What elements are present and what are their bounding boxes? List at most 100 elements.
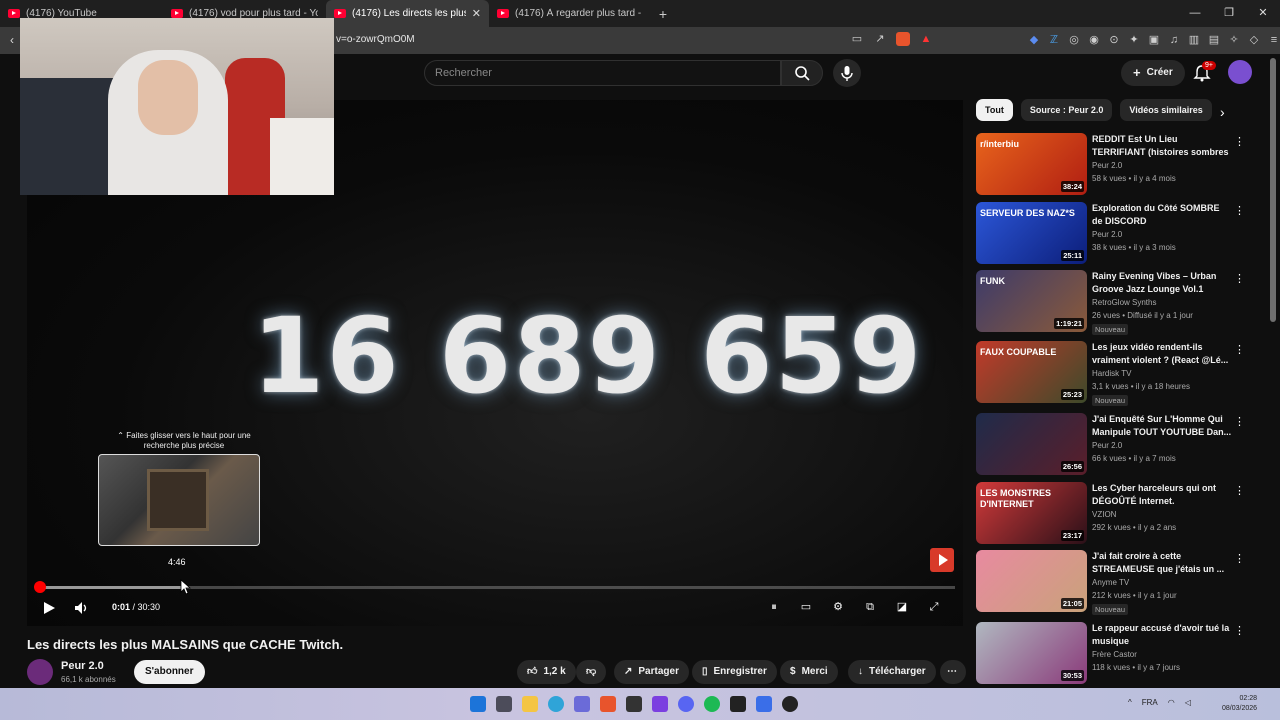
- spotify-icon[interactable]: [704, 696, 720, 712]
- more-vertical-icon[interactable]: ⋮: [1234, 624, 1245, 637]
- store-icon[interactable]: [574, 696, 590, 712]
- related-video-title[interactable]: Rainy Evening Vibes – Urban Groove Jazz …: [1092, 270, 1232, 296]
- thanks-button[interactable]: $ Merci: [780, 660, 838, 684]
- related-video-item[interactable]: FUNK 1:19:21 Rainy Evening Vibes – Urban G…: [976, 270, 1266, 335]
- chevron-right-icon[interactable]: ›: [1220, 104, 1225, 120]
- subtitles-icon[interactable]: ▭: [797, 599, 815, 615]
- obs-icon[interactable]: [782, 696, 798, 712]
- chip-related[interactable]: Vidéos similaires: [1120, 99, 1212, 121]
- volume-icon[interactable]: [73, 600, 91, 616]
- related-video-item[interactable]: 30:53 Le rappeur accusé d'avoir tué la mu…: [976, 622, 1266, 686]
- channel-watermark-icon[interactable]: [930, 548, 954, 572]
- new-tab-button[interactable]: +: [652, 6, 674, 22]
- brave-icon[interactable]: [600, 696, 616, 712]
- fullscreen-icon[interactable]: ⤢: [925, 599, 943, 615]
- related-video-channel[interactable]: VZION: [1092, 510, 1116, 519]
- search-button[interactable]: [781, 60, 823, 86]
- related-video-channel[interactable]: Hardisk TV: [1092, 369, 1131, 378]
- start-icon[interactable]: [470, 696, 486, 712]
- cast-icon[interactable]: ▭: [850, 32, 864, 46]
- language-indicator[interactable]: FRA: [1142, 698, 1158, 707]
- dislike-button[interactable]: 👎︎: [576, 660, 606, 684]
- discord-icon[interactable]: [678, 696, 694, 712]
- related-video-title[interactable]: Les Cyber harceleurs qui ont DÉGOÛTÉ Int…: [1092, 482, 1232, 508]
- browser-tab[interactable]: (4176) À regarder plus tard - YouTube: [489, 0, 652, 27]
- edge-icon[interactable]: [548, 696, 564, 712]
- related-video-channel[interactable]: Peur 2.0: [1092, 161, 1122, 170]
- miniplayer-icon[interactable]: ⧉: [861, 599, 879, 615]
- app-icon[interactable]: [730, 696, 746, 712]
- close-tab-icon[interactable]: ✕: [472, 7, 481, 20]
- music-icon[interactable]: ♫: [1167, 33, 1181, 47]
- brave-shield-icon[interactable]: [896, 32, 910, 46]
- related-video-channel[interactable]: Peur 2.0: [1092, 230, 1122, 239]
- menu-icon[interactable]: ≡: [1267, 33, 1280, 47]
- chip-source[interactable]: Source : Peur 2.0: [1020, 99, 1113, 121]
- video-thumbnail[interactable]: FUNK 1:19:21: [976, 270, 1087, 332]
- page-scrollbar[interactable]: [1270, 58, 1276, 322]
- more-vertical-icon[interactable]: ⋮: [1234, 343, 1245, 356]
- search-input[interactable]: Rechercher: [424, 60, 781, 86]
- related-video-title[interactable]: Exploration du Côté SOMBRE de DISCORD: [1092, 202, 1232, 228]
- browser-tab-active[interactable]: (4176) Les directs les plus MALSAINS ✕: [326, 0, 489, 27]
- extension-icon[interactable]: ▣: [1147, 33, 1161, 47]
- more-actions-button[interactable]: ⋯: [940, 660, 966, 684]
- video-thumbnail[interactable]: 21:05: [976, 550, 1087, 612]
- video-thumbnail[interactable]: r/interbiu 38:24: [976, 133, 1087, 195]
- video-thumbnail[interactable]: 26:56: [976, 413, 1087, 475]
- related-video-title[interactable]: Les jeux vidéo rendent-ils vraiment viol…: [1092, 341, 1232, 367]
- voice-search-button[interactable]: [833, 59, 861, 87]
- subscribe-button[interactable]: S'abonner: [134, 660, 205, 684]
- save-button[interactable]: ▯ Enregistrer: [692, 660, 777, 684]
- more-vertical-icon[interactable]: ⋮: [1234, 135, 1245, 148]
- related-video-channel[interactable]: Frère Castor: [1092, 650, 1137, 659]
- back-arrow-icon[interactable]: ‹: [10, 33, 14, 47]
- vpn-icon[interactable]: ◇: [1247, 33, 1261, 47]
- settings-gear-icon[interactable]: ⚙: [829, 599, 847, 615]
- minimize-icon[interactable]: —: [1178, 0, 1212, 27]
- related-video-channel[interactable]: Anyme TV: [1092, 578, 1129, 587]
- related-video-item[interactable]: FAUX COUPABLE 25:23 Les jeux vidéo rendent…: [976, 341, 1266, 406]
- video-thumbnail[interactable]: SERVEUR DES NAZ*S 25:11: [976, 202, 1087, 264]
- related-video-item[interactable]: SERVEUR DES NAZ*S 25:11 Exploration du Côt…: [976, 202, 1266, 266]
- sidebar-icon[interactable]: ▥: [1187, 33, 1201, 47]
- file-explorer-icon[interactable]: [522, 696, 538, 712]
- more-vertical-icon[interactable]: ⋮: [1234, 484, 1245, 497]
- create-button[interactable]: + Créer: [1121, 60, 1185, 86]
- more-vertical-icon[interactable]: ⋮: [1234, 552, 1245, 565]
- extension-icon[interactable]: ◎: [1067, 33, 1081, 47]
- video-thumbnail[interactable]: FAUX COUPABLE 25:23: [976, 341, 1087, 403]
- extension-icon[interactable]: ⊙: [1107, 33, 1121, 47]
- extension-icon[interactable]: ◉: [1087, 33, 1101, 47]
- related-video-channel[interactable]: RetroGlow Synths: [1092, 298, 1156, 307]
- app-icon[interactable]: [652, 696, 668, 712]
- network-icon[interactable]: ◠: [1168, 698, 1175, 707]
- brave-rewards-icon[interactable]: ▲: [919, 32, 933, 46]
- related-video-item[interactable]: 26:56 J'ai Enquêté Sur L'Homme Qui Manipu…: [976, 413, 1266, 477]
- task-view-icon[interactable]: [496, 696, 512, 712]
- leo-icon[interactable]: ✧: [1227, 33, 1241, 47]
- translate-icon[interactable]: ℤ: [1047, 33, 1061, 47]
- share-page-icon[interactable]: ↗: [873, 32, 887, 46]
- like-button[interactable]: 👍︎ 1,2 k: [517, 660, 576, 684]
- cast-tv-icon[interactable]: ◪: [893, 599, 911, 615]
- app-icon[interactable]: [756, 696, 772, 712]
- related-video-channel[interactable]: Peur 2.0: [1092, 441, 1122, 450]
- app-icon[interactable]: [626, 696, 642, 712]
- restore-icon[interactable]: ❐: [1212, 0, 1246, 27]
- channel-avatar[interactable]: [27, 659, 53, 685]
- progress-bar[interactable]: [34, 581, 955, 593]
- wallet-icon[interactable]: ▤: [1207, 33, 1221, 47]
- tray-chevron-icon[interactable]: ^: [1128, 698, 1132, 707]
- url-text[interactable]: v=o-zowrQmO0M: [336, 34, 415, 45]
- channel-name[interactable]: Peur 2.0: [61, 660, 104, 672]
- close-window-icon[interactable]: ✕: [1246, 0, 1280, 27]
- taskbar-clock[interactable]: 02:28 08/03/2026: [1222, 694, 1257, 714]
- extensions-puzzle-icon[interactable]: ✦: [1127, 33, 1141, 47]
- related-video-title[interactable]: Le rappeur accusé d'avoir tué la musique: [1092, 622, 1232, 648]
- autoplay-toggle-icon[interactable]: ⏸: [765, 599, 783, 615]
- account-avatar[interactable]: [1228, 60, 1252, 84]
- download-button[interactable]: ↓ Télécharger: [848, 660, 936, 684]
- more-vertical-icon[interactable]: ⋮: [1234, 204, 1245, 217]
- video-thumbnail[interactable]: LES MONSTRES D'INTERNET 23:17: [976, 482, 1087, 544]
